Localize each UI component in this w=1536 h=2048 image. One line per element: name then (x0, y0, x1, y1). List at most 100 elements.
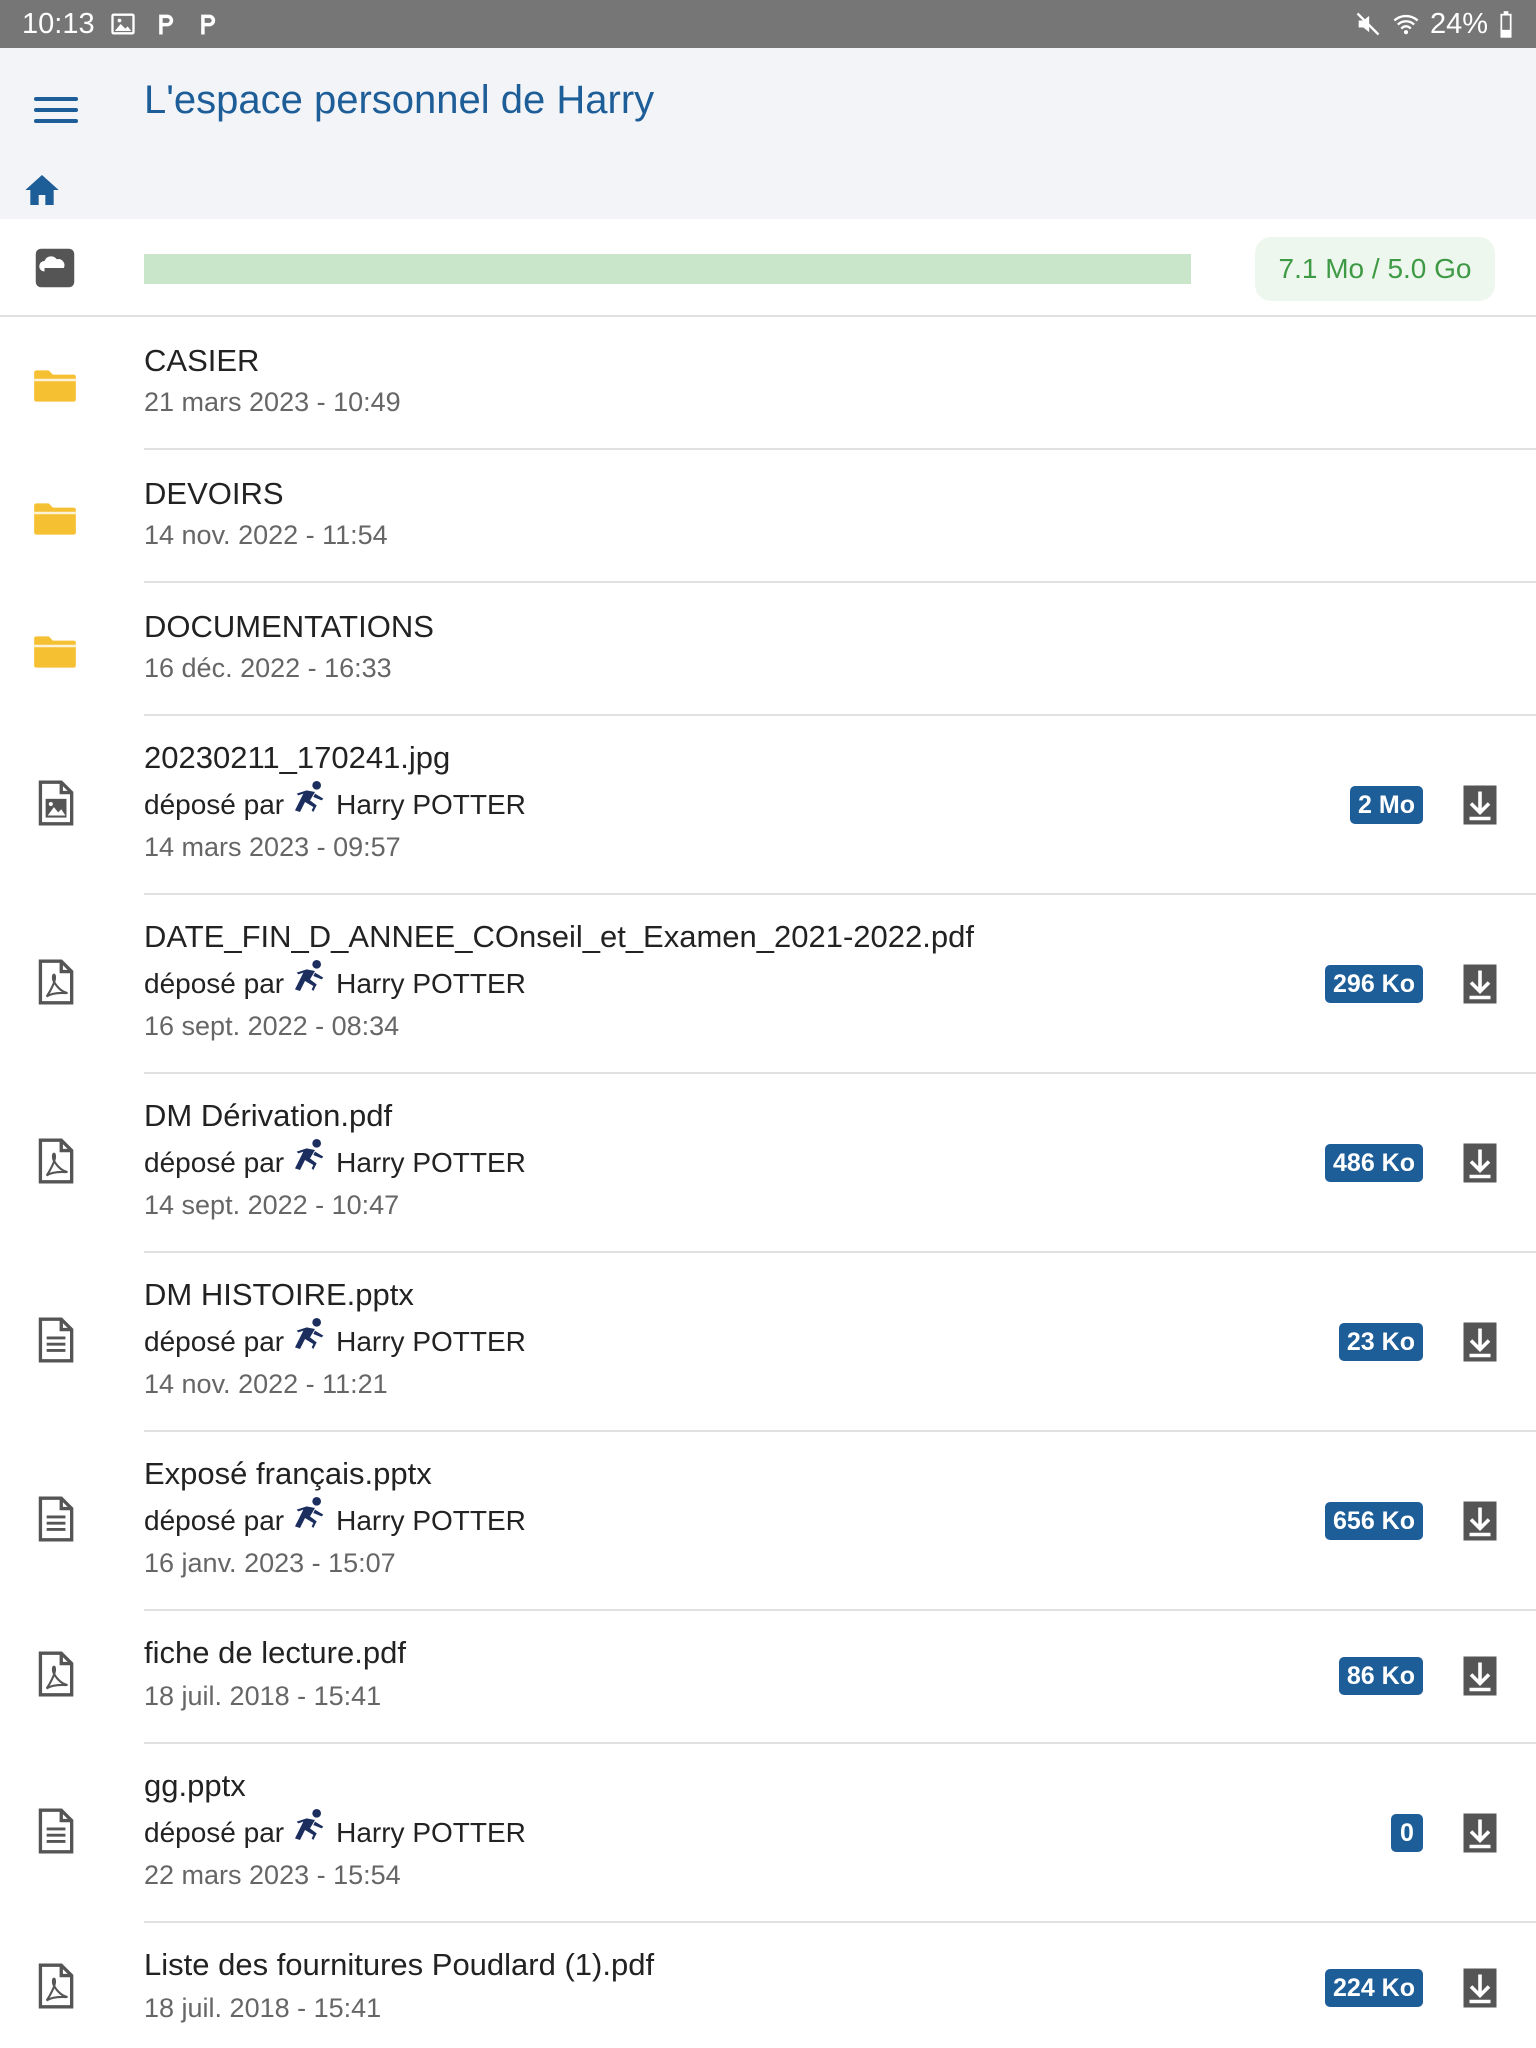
file-row[interactable]: DM Dérivation.pdf déposé par Harry POTTER 1… (0, 1074, 1536, 1253)
file-uploader: déposé par Harry POTTER (144, 1809, 526, 1850)
folder-name: CASIER (144, 343, 260, 378)
pdf-file-icon (30, 1649, 80, 1699)
download-button[interactable] (1462, 1654, 1498, 1698)
file-date: 14 nov. 2022 - 11:21 (144, 1369, 388, 1399)
file-size-badge: 0 (1391, 1814, 1423, 1852)
folder-row[interactable]: CASIER 21 mars 2023 - 10:49 (0, 317, 1536, 450)
file-date: 16 janv. 2023 - 15:07 (144, 1548, 396, 1578)
folder-name: DOCUMENTATIONS (144, 609, 434, 644)
file-size-badge: 296 Ko (1325, 965, 1423, 1003)
pdf-file-icon (30, 957, 80, 1007)
folder-row[interactable]: DEVOIRS 14 nov. 2022 - 11:54 (0, 450, 1536, 583)
file-date: 22 mars 2023 - 15:54 (144, 1860, 401, 1890)
uploader-name: Harry POTTER (336, 1817, 526, 1848)
uploader-name: Harry POTTER (336, 1147, 526, 1178)
home-icon[interactable] (22, 170, 62, 210)
file-row[interactable]: DM HISTOIRE.pptx déposé par Harry POTTER 14… (0, 1253, 1536, 1432)
status-time: 10:13 (22, 7, 95, 40)
file-size-badge: 2 Mo (1350, 786, 1423, 824)
pdf-file-icon (30, 1961, 80, 2011)
download-button[interactable] (1462, 783, 1498, 827)
file-name: 20230211_170241.jpg (144, 740, 451, 775)
download-button[interactable] (1462, 1966, 1498, 2010)
download-button[interactable] (1462, 962, 1498, 1006)
file-size-badge: 656 Ko (1325, 1502, 1423, 1540)
pdf-file-icon (30, 1136, 80, 1186)
uploader-name: Harry POTTER (336, 1505, 526, 1536)
document-file-icon (30, 1315, 80, 1365)
file-name: fiche de lecture.pdf (144, 1635, 406, 1670)
file-size-badge: 86 Ko (1338, 1657, 1423, 1695)
folder-icon (30, 360, 80, 410)
file-date: 14 sept. 2022 - 10:47 (144, 1190, 400, 1220)
download-button[interactable] (1462, 1141, 1498, 1185)
gallery-notification-icon (110, 13, 135, 35)
download-icon (1463, 1501, 1497, 1541)
user-runner-icon (295, 1809, 324, 1840)
battery-level: 24% (1429, 7, 1488, 40)
download-icon (1463, 964, 1497, 1004)
file-date: 16 sept. 2022 - 08:34 (144, 1011, 400, 1041)
download-icon (1463, 1143, 1497, 1183)
file-name: gg.pptx (144, 1768, 246, 1803)
storage-usage: 7.1 Mo / 5.0 Go (0, 219, 1536, 317)
file-list: CASIER 21 mars 2023 - 10:49 DEVOIRS 14 nov.… (0, 317, 1536, 2048)
pronote-notification-icon (200, 14, 215, 35)
uploader-name: Harry POTTER (336, 1326, 526, 1357)
file-row[interactable]: fiche de lecture.pdf 18 juil. 2018 - 15:4… (0, 1611, 1536, 1744)
download-icon (1463, 1968, 1497, 2008)
file-row[interactable]: gg.pptx déposé par Harry POTTER 22 mars 202… (0, 1744, 1536, 1923)
download-button[interactable] (1462, 1320, 1498, 1364)
file-uploader: déposé par Harry POTTER (144, 1318, 526, 1359)
uploaded-by-label: déposé par (144, 1147, 285, 1178)
file-date: 18 juil. 2018 - 15:41 (144, 1993, 382, 2023)
wifi-icon (1393, 14, 1419, 35)
file-name: Exposé français.pptx (144, 1456, 432, 1491)
user-runner-icon (295, 1139, 324, 1170)
uploaded-by-label: déposé par (144, 1326, 285, 1357)
user-runner-icon (295, 960, 324, 991)
file-uploader: déposé par Harry POTTER (144, 960, 526, 1001)
file-uploader: déposé par Harry POTTER (144, 1139, 526, 1180)
image-file-icon (30, 778, 80, 828)
file-date: 18 juil. 2018 - 15:41 (144, 1681, 382, 1711)
file-name: DM HISTOIRE.pptx (144, 1277, 414, 1312)
app-header: L'espace personnel de Harry (0, 48, 1536, 219)
file-row[interactable]: Liste des fournitures Poudlard (1).pdf 18… (0, 1923, 1536, 2048)
file-size-badge: 486 Ko (1325, 1144, 1423, 1182)
folder-row[interactable]: DOCUMENTATIONS 16 déc. 2022 - 16:33 (0, 583, 1536, 716)
download-button[interactable] (1462, 1811, 1498, 1855)
storage-progress-bar (144, 254, 1191, 284)
file-size-badge: 224 Ko (1325, 1969, 1423, 2007)
file-row[interactable]: 20230211_170241.jpg déposé par Harry POTTE… (0, 716, 1536, 895)
download-icon (1463, 1656, 1497, 1696)
battery-icon (1500, 11, 1512, 38)
user-runner-icon (295, 1318, 324, 1349)
file-name: DATE_FIN_D_ANNEE_COnseil_et_Examen_2021-… (144, 919, 974, 954)
file-name: Liste des fournitures Poudlard (1).pdf (144, 1947, 655, 1982)
menu-button[interactable] (34, 88, 78, 132)
file-row[interactable]: Exposé français.pptx déposé par Harry POTT… (0, 1432, 1536, 1611)
uploaded-by-label: déposé par (144, 789, 285, 820)
download-button[interactable] (1462, 1499, 1498, 1543)
storage-progress-fill (144, 254, 146, 284)
uploaded-by-label: déposé par (144, 1817, 285, 1848)
file-name: DM Dérivation.pdf (144, 1098, 393, 1133)
folder-date: 16 déc. 2022 - 16:33 (144, 653, 392, 683)
download-icon (1463, 1322, 1497, 1362)
uploader-name: Harry POTTER (336, 789, 526, 820)
cloud-storage-icon (35, 248, 75, 288)
status-bar: 10:13 24% (0, 0, 1536, 48)
file-uploader: déposé par Harry POTTER (144, 781, 526, 822)
download-icon (1463, 785, 1497, 825)
page-title: L'espace personnel de Harry (144, 78, 655, 122)
file-date: 14 mars 2023 - 09:57 (144, 832, 401, 862)
folder-icon (30, 493, 80, 543)
file-uploader: déposé par Harry POTTER (144, 1497, 526, 1538)
document-file-icon (30, 1494, 80, 1544)
file-row[interactable]: DATE_FIN_D_ANNEE_COnseil_et_Examen_2021-… (0, 895, 1536, 1074)
uploaded-by-label: déposé par (144, 968, 285, 999)
pronote-notification-icon (158, 14, 173, 35)
user-runner-icon (295, 781, 324, 812)
folder-date: 14 nov. 2022 - 11:54 (144, 520, 388, 550)
